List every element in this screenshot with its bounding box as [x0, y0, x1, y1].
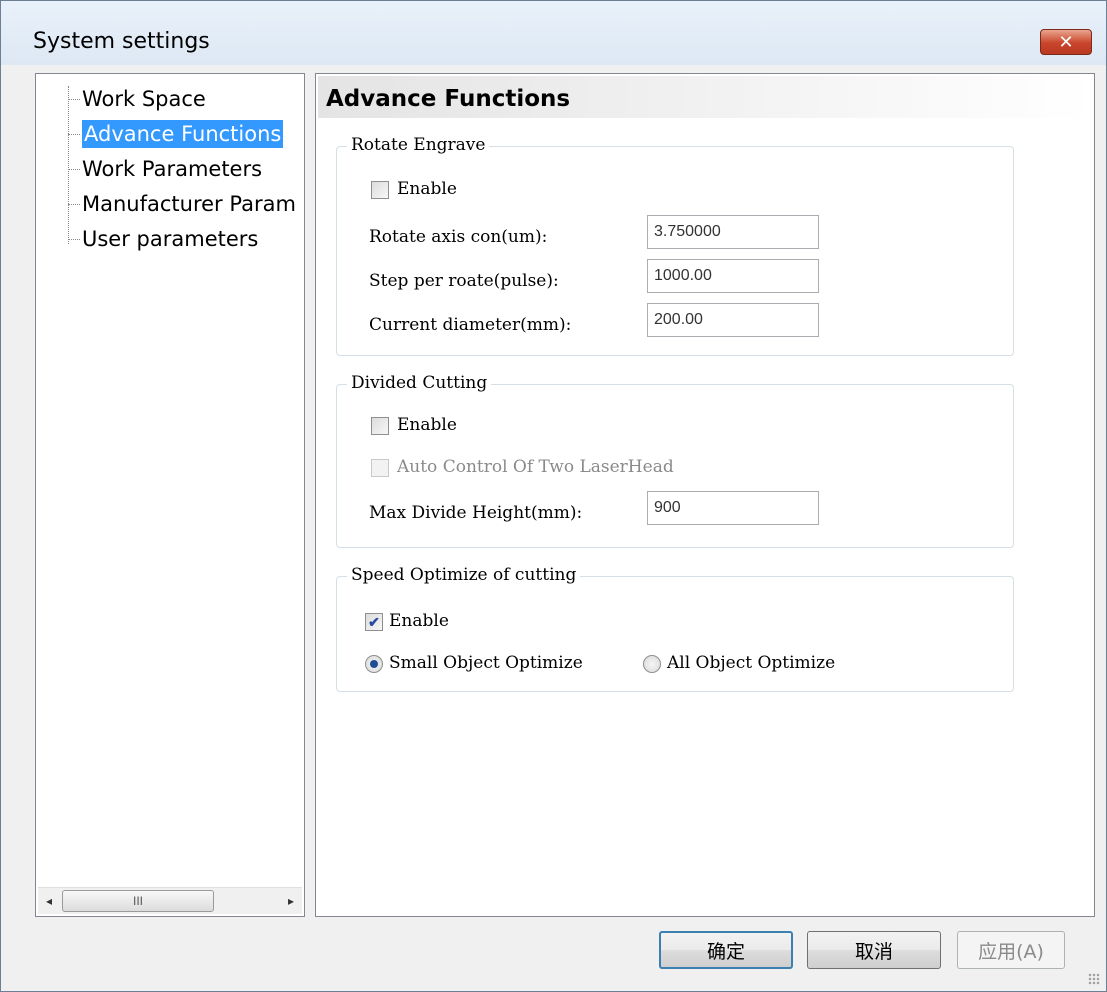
max-divide-height-input[interactable]: [647, 491, 819, 525]
cancel-button[interactable]: 取消: [807, 931, 941, 969]
small-object-radio[interactable]: [365, 655, 383, 673]
settings-tree: Work Space Advance Functions Work Parame…: [35, 73, 305, 917]
divided-enable-label: Enable: [397, 415, 457, 435]
tree-item-advance-functions[interactable]: Advance Functions: [36, 117, 304, 152]
step-per-rotate-label: Step per roate(pulse):: [369, 271, 559, 291]
speed-enable-label: Enable: [389, 611, 449, 631]
tree-item-label: Manufacturer Param: [82, 192, 296, 216]
scroll-left-icon[interactable]: ◂: [38, 888, 60, 914]
current-diameter-label: Current diameter(mm):: [369, 315, 572, 335]
rotate-enable-label: Enable: [397, 179, 457, 199]
tree-item-user-parameters[interactable]: User parameters: [36, 222, 304, 257]
step-per-rotate-input[interactable]: [647, 259, 819, 293]
tree-item-work-space[interactable]: Work Space: [36, 82, 304, 117]
rotate-engrave-group: Rotate Engrave Enable Rotate axis con(um…: [336, 135, 1014, 356]
auto-control-label: Auto Control Of Two LaserHead: [397, 457, 674, 477]
window-title: System settings: [33, 29, 210, 54]
rotate-axis-input[interactable]: [647, 215, 819, 249]
group-label: Speed Optimize of cutting: [347, 565, 581, 585]
title-bar[interactable]: System settings ✕: [1, 1, 1106, 65]
close-button[interactable]: ✕: [1040, 29, 1092, 55]
close-icon: ✕: [1058, 31, 1074, 53]
tree-item-label: Work Parameters: [82, 157, 263, 181]
group-label: Rotate Engrave: [347, 135, 490, 155]
tree-item-label: Work Space: [82, 87, 206, 111]
apply-button[interactable]: 应用(A): [957, 931, 1065, 969]
panel-header: Advance Functions: [318, 76, 1092, 118]
resize-grip[interactable]: [1088, 973, 1100, 985]
horizontal-scrollbar[interactable]: ◂ III ▸: [38, 887, 302, 914]
rotate-axis-label: Rotate axis con(um):: [369, 227, 548, 247]
all-object-radio[interactable]: [643, 655, 661, 673]
max-divide-height-label: Max Divide Height(mm):: [369, 503, 583, 523]
scroll-thumb[interactable]: III: [62, 890, 214, 912]
panel-title: Advance Functions: [326, 86, 571, 112]
speed-optimize-group: Speed Optimize of cutting ✔ Enable Small…: [336, 565, 1014, 692]
divided-cutting-group: Divided Cutting Enable Auto Control Of T…: [336, 373, 1014, 548]
system-settings-dialog: System settings ✕ Work Space Advance Fun…: [0, 0, 1107, 992]
tree-item-label: User parameters: [82, 227, 259, 251]
auto-control-checkbox[interactable]: [371, 459, 389, 477]
tree-item-label: Advance Functions: [82, 120, 284, 148]
scroll-right-icon[interactable]: ▸: [280, 888, 302, 914]
current-diameter-input[interactable]: [647, 303, 819, 337]
rotate-enable-checkbox[interactable]: [371, 181, 389, 199]
speed-enable-checkbox[interactable]: ✔: [365, 613, 383, 631]
settings-panel: Advance Functions Rotate Engrave Enable …: [315, 73, 1095, 917]
small-object-label: Small Object Optimize: [389, 653, 583, 673]
tree-item-work-parameters[interactable]: Work Parameters: [36, 152, 304, 187]
ok-button[interactable]: 确定: [659, 931, 793, 969]
checkmark-icon: ✔: [368, 614, 380, 630]
group-label: Divided Cutting: [347, 373, 492, 393]
divided-enable-checkbox[interactable]: [371, 417, 389, 435]
all-object-label: All Object Optimize: [667, 653, 836, 673]
tree-item-manufacturer-parameters[interactable]: Manufacturer Param: [36, 187, 304, 222]
